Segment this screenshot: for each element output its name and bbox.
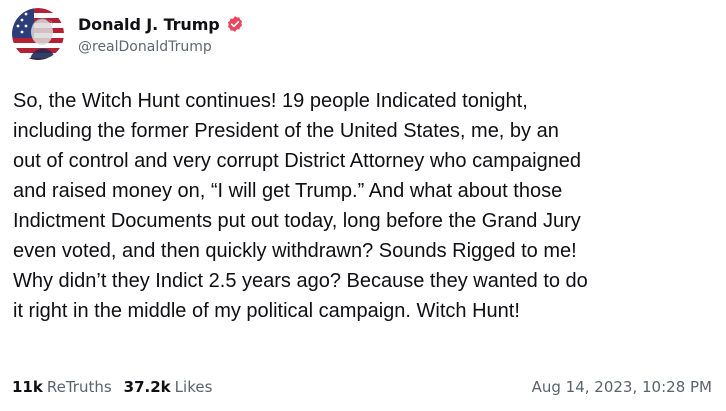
post-body-line: Why didn’t they Indict 2.5 years ago? Be… bbox=[13, 270, 588, 292]
likes-label: Likes bbox=[174, 378, 213, 396]
retruths-count: 11k bbox=[12, 378, 43, 396]
verified-badge-icon bbox=[226, 15, 244, 33]
post-body-line: Indictment Documents put out today, long… bbox=[13, 210, 581, 232]
likes-count: 37.2k bbox=[123, 378, 171, 396]
author-handle[interactable]: @realDonaldTrump bbox=[78, 39, 244, 55]
post-footer: 11k ReTruths 37.2k Likes Aug 14, 2023, 1… bbox=[12, 378, 712, 398]
name-row: Donald J. Trump bbox=[78, 13, 244, 35]
retruths-label: ReTruths bbox=[46, 378, 112, 396]
retruths-stat[interactable]: 11k ReTruths bbox=[12, 378, 112, 396]
author-identity: Donald J. Trump @realDonaldTrump bbox=[78, 13, 244, 55]
post-timestamp[interactable]: Aug 14, 2023, 10:28 PM bbox=[532, 378, 712, 396]
post-body: So, the Witch Hunt continues! 19 people … bbox=[13, 86, 717, 326]
avatar-image bbox=[12, 8, 64, 60]
truth-post: Donald J. Trump @realDonaldTrump So, the… bbox=[0, 0, 726, 411]
post-body-line: including the former President of the Un… bbox=[13, 120, 559, 142]
post-body-line: even voted, and then quickly withdrawn? … bbox=[13, 240, 577, 262]
post-body-line: out of control and very corrupt District… bbox=[13, 150, 582, 172]
post-header: Donald J. Trump @realDonaldTrump bbox=[12, 6, 244, 62]
author-display-name[interactable]: Donald J. Trump bbox=[78, 15, 220, 34]
post-body-line: and raised money on, “I will get Trump.”… bbox=[13, 180, 563, 202]
profile-avatar[interactable] bbox=[12, 8, 64, 60]
post-body-line: So, the Witch Hunt continues! 19 people … bbox=[13, 90, 528, 112]
post-stats: 11k ReTruths 37.2k Likes bbox=[12, 378, 224, 396]
likes-stat[interactable]: 37.2k Likes bbox=[124, 378, 213, 396]
post-body-line: it right in the middle of my political c… bbox=[13, 300, 520, 322]
